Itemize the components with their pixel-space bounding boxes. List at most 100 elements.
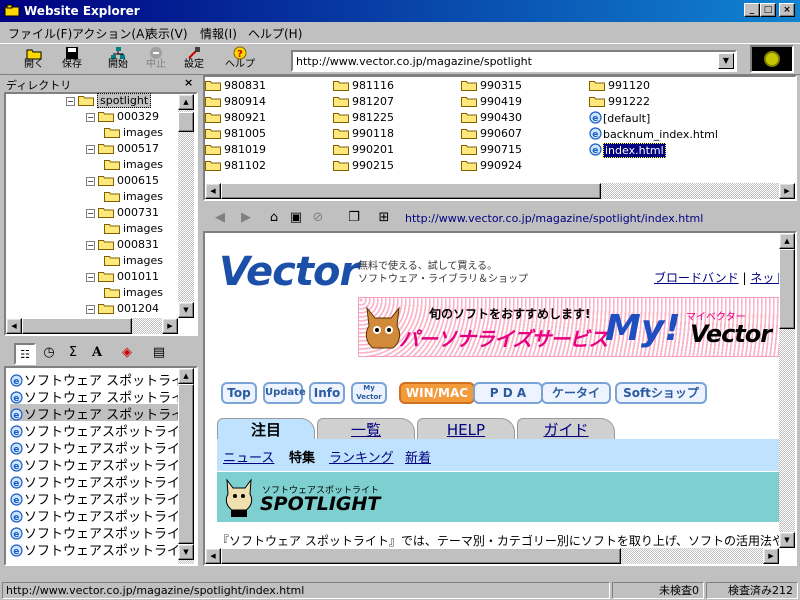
help-button[interactable]: ? ヘルプ: [222, 46, 258, 74]
tree-node[interactable]: − 001204: [86, 302, 159, 318]
scroll-right-button[interactable]: ▶: [779, 183, 795, 199]
history-list-item[interactable]: e ソフトウェアスポットライト: [10, 523, 182, 540]
scroll-right-button[interactable]: ▶: [763, 548, 779, 564]
scroll-left-button[interactable]: ◀: [6, 318, 22, 334]
folder-item[interactable]: 980921: [205, 111, 266, 127]
folder-item[interactable]: 991120: [589, 79, 650, 95]
folder-item[interactable]: 981116: [333, 79, 394, 95]
start-button[interactable]: 開始: [100, 46, 136, 74]
tree-node[interactable]: − 000831: [86, 238, 159, 254]
close-icon[interactable]: ×: [184, 76, 193, 89]
folder-item[interactable]: 980914: [205, 95, 266, 111]
file-item[interactable]: e [default]: [589, 111, 650, 127]
keitai-button[interactable]: ケータイ: [541, 382, 611, 404]
tree-vertical-scrollbar[interactable]: ▲ ▼: [178, 94, 194, 318]
tab-help[interactable]: HELP: [417, 418, 515, 440]
ranking-link[interactable]: ランキング: [329, 447, 394, 466]
scroll-left-button[interactable]: ◀: [205, 548, 221, 564]
expand-toggle-icon[interactable]: −: [86, 209, 95, 218]
folder-item[interactable]: 990430: [461, 111, 522, 127]
file-item[interactable]: e backnum_index.html: [589, 127, 718, 143]
winmac-button[interactable]: WIN/MAC: [399, 382, 475, 404]
scroll-up-button[interactable]: ▲: [779, 233, 795, 249]
back-arrow-icon[interactable]: ◀: [211, 209, 229, 227]
chevron-down-icon[interactable]: ▼: [718, 53, 734, 69]
menu-info[interactable]: 情報(I): [200, 25, 237, 42]
expand-toggle-icon[interactable]: −: [66, 97, 75, 106]
scroll-thumb[interactable]: [178, 384, 194, 544]
history-list-item[interactable]: e ソフトウェアスポットライト: [10, 540, 182, 557]
scroll-thumb[interactable]: [178, 112, 194, 132]
history-vertical-scrollbar[interactable]: ▲ ▼: [178, 368, 194, 564]
tree-node[interactable]: images: [104, 158, 163, 174]
broadband-link[interactable]: ブロードバンド: [654, 271, 739, 285]
minimize-button[interactable]: _: [744, 3, 760, 17]
netgame-link[interactable]: ネットゲ: [750, 271, 779, 285]
news-link[interactable]: ニュース: [223, 447, 274, 466]
scroll-right-button[interactable]: ▶: [162, 318, 178, 334]
color-tab-icon[interactable]: ◈: [116, 343, 138, 365]
title-bar[interactable]: Website Explorer _ □ ×: [0, 0, 800, 22]
tree-node[interactable]: − 000731: [86, 206, 159, 222]
tree-node[interactable]: images: [104, 286, 163, 302]
expand-toggle-icon[interactable]: −: [86, 305, 95, 314]
forward-arrow-icon[interactable]: ▶: [237, 209, 255, 227]
font-tab-icon[interactable]: A: [86, 343, 108, 365]
tree-view-tab-icon[interactable]: ☷: [14, 343, 36, 365]
history-list-item[interactable]: e ソフトウェア スポットライト: [10, 387, 182, 404]
history-list-item[interactable]: e ソフトウェアスポットライト: [10, 455, 182, 472]
tab-list[interactable]: 一覧: [317, 418, 415, 440]
history-list-item[interactable]: e ソフトウェアスポットライト: [10, 472, 182, 489]
scroll-thumb[interactable]: [221, 548, 621, 564]
tab-guide[interactable]: ガイド: [517, 418, 615, 440]
scroll-thumb[interactable]: [779, 249, 795, 329]
folder-item[interactable]: 981207: [333, 95, 394, 111]
menu-help[interactable]: ヘルプ(H): [248, 25, 302, 42]
settings-button[interactable]: 設定: [176, 46, 212, 74]
scroll-up-button[interactable]: ▲: [178, 94, 194, 110]
history-list-item[interactable]: e ソフトウェアスポットライト: [10, 489, 182, 506]
expand-toggle-icon[interactable]: −: [86, 241, 95, 250]
info-button[interactable]: Info: [309, 382, 345, 404]
new-arrivals-link[interactable]: 新着: [405, 447, 431, 466]
history-list-item[interactable]: e ソフトウェアスポットライト: [10, 421, 182, 438]
tree-node[interactable]: − 001011: [86, 270, 159, 286]
menu-file[interactable]: ファイル(F): [8, 25, 72, 42]
url-combobox[interactable]: http://www.vector.co.jp/magazine/spotlig…: [291, 50, 737, 72]
folder-item[interactable]: 981102: [205, 159, 266, 175]
folder-item[interactable]: 980831: [205, 79, 266, 95]
scroll-up-button[interactable]: ▲: [178, 368, 194, 384]
expand-toggle-icon[interactable]: −: [86, 177, 95, 186]
url-input[interactable]: http://www.vector.co.jp/magazine/spotlig…: [296, 55, 532, 68]
clock-tab-icon[interactable]: ◷: [38, 343, 60, 365]
scroll-down-button[interactable]: ▼: [178, 544, 194, 560]
history-list-item[interactable]: e ソフトウェアスポットライト: [10, 438, 182, 455]
tree-node-root[interactable]: − spotlight: [66, 93, 152, 110]
home-icon[interactable]: ⌂: [265, 209, 283, 227]
menu-action[interactable]: アクション(A): [72, 25, 149, 42]
scroll-thumb[interactable]: [22, 318, 132, 334]
web-horizontal-scrollbar[interactable]: ◀ ▶: [205, 548, 779, 564]
my-vector-button[interactable]: My Vector: [351, 382, 387, 404]
filelist-horizontal-scrollbar[interactable]: ◀ ▶: [205, 183, 795, 199]
tab-featured[interactable]: 注目: [217, 418, 315, 440]
file-item[interactable]: e index.html: [589, 143, 666, 159]
expand-toggle-icon[interactable]: −: [86, 145, 95, 154]
softshop-button[interactable]: Softショップ: [615, 382, 707, 404]
tree-node[interactable]: images: [104, 254, 163, 270]
history-list-item[interactable]: e ソフトウェア スポットライト: [10, 404, 182, 421]
scroll-down-button[interactable]: ▼: [178, 302, 194, 318]
page-tab-icon[interactable]: ▤: [148, 343, 170, 365]
folder-item[interactable]: 981225: [333, 111, 394, 127]
close-button[interactable]: ×: [779, 3, 795, 17]
menu-view[interactable]: 表示(V): [146, 25, 188, 42]
folder-item[interactable]: 990315: [461, 79, 522, 95]
folder-item[interactable]: 990419: [461, 95, 522, 111]
tree-horizontal-scrollbar[interactable]: ◀ ▶: [6, 318, 178, 334]
stop-icon[interactable]: ⊘: [309, 209, 327, 227]
bookmark-icon[interactable]: ⊞: [375, 209, 393, 227]
sigma-tab-icon[interactable]: Σ: [62, 343, 84, 365]
stop-button[interactable]: 中止: [138, 46, 174, 74]
top-button[interactable]: Top: [221, 382, 257, 404]
maximize-button[interactable]: □: [760, 3, 776, 17]
